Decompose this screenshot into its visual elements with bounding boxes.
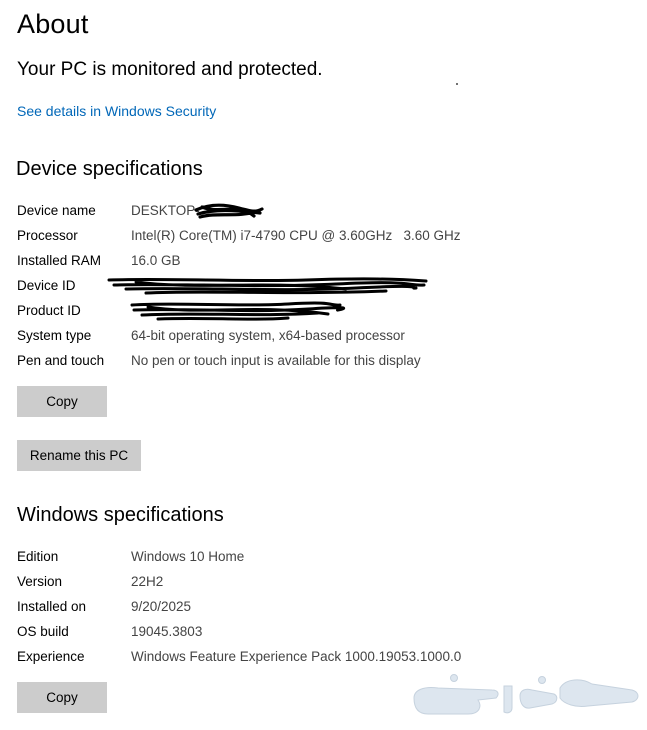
spec-value: 16.0 GB — [131, 253, 181, 268]
spec-label: Device name — [17, 203, 96, 218]
spec-value: 9/20/2025 — [131, 599, 192, 614]
spec-value: DESKTOP- — [131, 203, 200, 218]
windows-security-link[interactable]: See details in Windows Security — [17, 101, 216, 121]
redaction-scribble-device-name — [194, 203, 264, 219]
spec-label: Installed on — [17, 599, 87, 614]
rename-pc-button[interactable]: Rename this PC — [17, 440, 141, 471]
copy-device-specs-button[interactable]: Copy — [17, 386, 107, 417]
device-specs-heading: Device specifications — [16, 158, 203, 180]
spec-label: Version — [17, 574, 63, 589]
protection-status-text: Your PC is monitored and protected. — [17, 59, 323, 80]
spec-label: System type — [17, 328, 92, 343]
spec-label: Pen and touch — [17, 353, 105, 368]
page-title: About — [17, 9, 89, 39]
spec-label: Experience — [17, 649, 85, 664]
spec-label: OS build — [17, 624, 69, 639]
spec-value: 19045.3803 — [131, 624, 203, 639]
spec-value: Windows Feature Experience Pack 1000.190… — [131, 649, 462, 664]
spec-label: Edition — [17, 549, 59, 564]
spec-value: No pen or touch input is available for t… — [131, 353, 421, 368]
windows-specs-heading: Windows specifications — [17, 504, 224, 526]
spec-value: Intel(R) Core(TM) i7-4790 CPU @ 3.60GHz … — [131, 228, 461, 243]
spec-label: Installed RAM — [17, 253, 102, 268]
spec-label: Device ID — [17, 278, 76, 293]
redaction-scribble-device-id — [107, 277, 428, 295]
spec-value: 64-bit operating system, x64-based proce… — [131, 328, 405, 343]
spec-value: Windows 10 Home — [131, 549, 245, 564]
spec-label: Processor — [17, 228, 78, 243]
haraj-watermark-logo — [413, 674, 639, 715]
spec-label: Product ID — [17, 303, 81, 318]
copy-windows-specs-button[interactable]: Copy — [17, 682, 107, 713]
redaction-scribble-product-id — [130, 301, 346, 321]
spec-value: 22H2 — [131, 574, 164, 589]
stray-dot — [456, 83, 458, 85]
